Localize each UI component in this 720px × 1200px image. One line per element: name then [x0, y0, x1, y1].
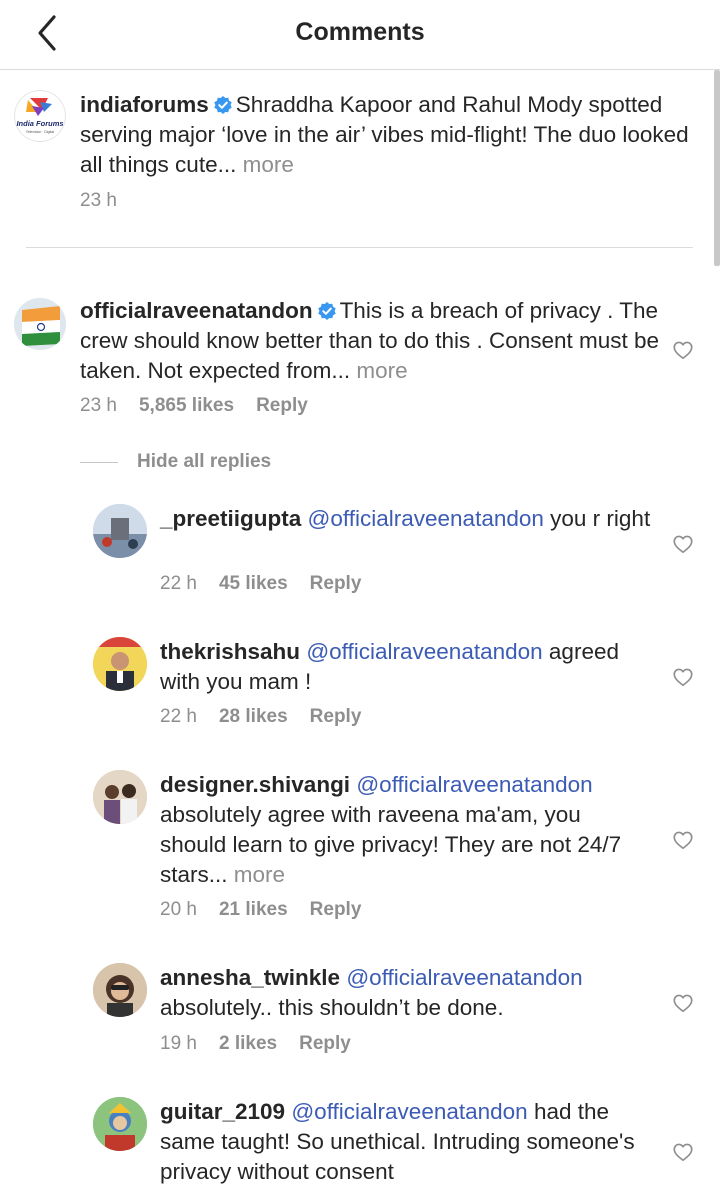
reply-4: annesha_twinkle @officialraveenatandon a… [160, 963, 660, 1023]
guitar-2109-avatar[interactable] [93, 1097, 147, 1151]
page-title: Comments [295, 18, 425, 46]
reply-username[interactable]: _preetiigupta [160, 506, 301, 531]
verified-badge-icon [214, 96, 232, 114]
avatar-photo [93, 963, 147, 1017]
caption-more-link[interactable]: more [243, 152, 294, 177]
like-heart-icon[interactable] [672, 992, 694, 1014]
logo-text: India Forums [16, 119, 63, 128]
reply-2: thekrishsahu @officialraveenatandon agre… [160, 637, 660, 697]
reply-likes[interactable]: 2 likes [219, 1033, 277, 1055]
reply-reply-button[interactable]: Reply [310, 573, 362, 595]
reply-username[interactable]: annesha_twinkle [160, 965, 340, 990]
divider [26, 247, 693, 248]
caption-meta: 23 h [80, 190, 117, 212]
officialraveenatandon-avatar[interactable] [14, 298, 66, 350]
reply-reply-button[interactable]: Reply [310, 899, 362, 921]
avatar-photo [93, 504, 147, 558]
caption: indiaforums Shraddha Kapoor and Rahul Mod… [80, 90, 715, 180]
reply-reply-button[interactable]: Reply [310, 706, 362, 728]
avatar-photo [93, 770, 147, 824]
like-heart-icon[interactable] [672, 666, 694, 688]
reply-likes[interactable]: 28 likes [219, 706, 288, 728]
reply-body: absolutely agree with raveena ma'am, you… [160, 802, 622, 887]
reply-meta: 22 h 45 likes Reply [160, 573, 361, 595]
caption-username[interactable]: indiaforums [80, 92, 209, 117]
hide-replies-line [80, 461, 118, 463]
reply-1: _preetiigupta @officialraveenatandon you… [160, 504, 660, 534]
like-heart-icon[interactable] [672, 533, 694, 555]
reply-meta: 22 h 28 likes Reply [160, 706, 361, 728]
comment-likes[interactable]: 5,865 likes [139, 395, 234, 417]
reply-mention[interactable]: @officialraveenatandon [356, 772, 592, 797]
comment-meta: 23 h 5,865 likes Reply [80, 395, 308, 417]
like-heart-icon[interactable] [672, 1141, 694, 1163]
reply-mention[interactable]: @officialraveenatandon [346, 965, 582, 990]
reply-username[interactable]: designer.shivangi [160, 772, 350, 797]
reply-username[interactable]: thekrishsahu [160, 639, 300, 664]
comment-more-link[interactable]: more [356, 358, 407, 383]
reply-mention[interactable]: @officialraveenatandon [291, 1099, 527, 1124]
india-forums-logo: India Forums Television · Digital [16, 98, 64, 134]
reply-username[interactable]: guitar_2109 [160, 1099, 285, 1124]
reply-5: guitar_2109 @officialraveenatandon had t… [160, 1097, 650, 1187]
reply-mention[interactable]: @officialraveenatandon [306, 639, 542, 664]
avatar-photo [93, 637, 147, 691]
hide-replies-label: Hide all replies [137, 451, 272, 472]
verified-badge-icon [317, 302, 336, 320]
avatar-photo [93, 1097, 147, 1151]
like-heart-icon[interactable] [672, 339, 694, 361]
reply-reply-button[interactable]: Reply [299, 1033, 351, 1055]
reply-more-link[interactable]: more [234, 862, 285, 887]
reply-mention[interactable]: @officialraveenatandon [308, 506, 544, 531]
comment-time: 23 h [80, 395, 117, 416]
preetiigupta-avatar[interactable] [93, 504, 147, 558]
reply-meta: 20 h 21 likes Reply [160, 899, 361, 921]
reply-time: 19 h [160, 1033, 197, 1054]
reply-time: 22 h [160, 573, 197, 594]
reply-body: you r right [550, 506, 651, 531]
india-flag-image [14, 298, 66, 350]
indiaforums-avatar[interactable]: India Forums Television · Digital [14, 90, 66, 142]
caption-time: 23 h [80, 190, 117, 211]
reply-likes[interactable]: 21 likes [219, 899, 288, 921]
reply-time: 20 h [160, 899, 197, 920]
reply-time: 22 h [160, 706, 197, 727]
reply-meta: 19 h 2 likes Reply [160, 1033, 351, 1055]
header: Comments [0, 0, 720, 70]
annesha-twinkle-avatar[interactable] [93, 963, 147, 1017]
comment-reply-button[interactable]: Reply [256, 395, 308, 417]
like-heart-icon[interactable] [672, 829, 694, 851]
reply-body: absolutely.. this shouldn’t be done. [160, 995, 504, 1020]
logo-subtext: Television · Digital [26, 130, 54, 134]
hide-replies-button[interactable]: Hide all replies [80, 450, 271, 474]
designer-shivangi-avatar[interactable] [93, 770, 147, 824]
thekrishsahu-avatar[interactable] [93, 637, 147, 691]
reply-3: designer.shivangi @officialraveenatandon… [160, 770, 650, 890]
comment-username[interactable]: officialraveenatandon [80, 298, 313, 323]
comment: officialraveenatandon This is a breach of… [80, 296, 670, 386]
reply-likes[interactable]: 45 likes [219, 573, 288, 595]
